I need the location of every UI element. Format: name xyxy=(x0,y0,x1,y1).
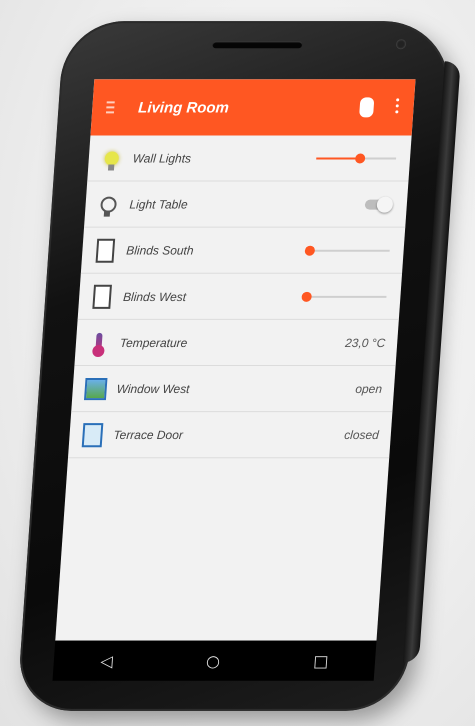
light-bulb-on-icon xyxy=(100,145,124,171)
row-window-west: Window West open xyxy=(71,366,396,413)
screen: Living Room Wall Lights Light Table Blin… xyxy=(55,79,416,641)
scene: Living Room Wall Lights Light Table Blin… xyxy=(0,0,475,726)
back-icon[interactable]: ◁ xyxy=(100,651,114,670)
app-bar: Living Room xyxy=(90,79,416,136)
overflow-menu-icon[interactable] xyxy=(395,98,400,114)
door-icon xyxy=(81,422,105,448)
row-label: Window West xyxy=(116,381,191,396)
row-light-table[interactable]: Light Table xyxy=(84,181,409,228)
blinds-west-slider[interactable] xyxy=(301,291,387,302)
toggle-thumb xyxy=(376,196,394,213)
window-open-icon xyxy=(84,376,108,402)
device-list: Wall Lights Light Table Blinds South Bli… xyxy=(67,135,412,459)
terrace-door-status: closed xyxy=(343,427,380,442)
window-blinds-icon xyxy=(94,237,118,263)
slider-knob[interactable] xyxy=(354,152,366,164)
slider-fill xyxy=(316,156,361,159)
window-west-status: open xyxy=(354,381,383,396)
slider-knob[interactable] xyxy=(304,245,316,256)
row-wall-lights[interactable]: Wall Lights xyxy=(87,135,412,182)
row-blinds-west[interactable]: Blinds West xyxy=(77,273,403,320)
row-label: Terrace Door xyxy=(113,427,184,442)
row-label: Temperature xyxy=(119,335,188,350)
app-title: Living Room xyxy=(137,98,230,116)
row-label: Blinds West xyxy=(122,289,187,304)
row-temperature: Temperature 23,0 °C xyxy=(74,319,399,366)
wall-lights-slider[interactable] xyxy=(316,152,397,164)
light-table-toggle[interactable] xyxy=(364,196,394,213)
blinds-south-slider[interactable] xyxy=(304,245,390,256)
temperature-value: 23,0 °C xyxy=(344,335,386,350)
thermometer-icon xyxy=(87,329,111,355)
phone: Living Room Wall Lights Light Table Blin… xyxy=(16,21,461,711)
microphone-icon[interactable] xyxy=(359,97,375,118)
menu-icon[interactable] xyxy=(105,101,129,114)
recents-icon[interactable]: □ xyxy=(313,651,329,670)
navigation-bar: ◁ ○ □ xyxy=(52,640,377,681)
home-icon[interactable]: ○ xyxy=(205,651,220,670)
row-label: Blinds South xyxy=(125,243,195,258)
row-label: Light Table xyxy=(129,197,189,212)
front-camera xyxy=(395,39,407,50)
row-label: Wall Lights xyxy=(132,150,192,166)
speaker-grille xyxy=(212,41,303,49)
phone-edge xyxy=(402,61,461,663)
slider-knob[interactable] xyxy=(301,291,313,302)
row-blinds-south[interactable]: Blinds South xyxy=(80,227,406,274)
row-terrace-door: Terrace Door closed xyxy=(67,412,393,459)
light-bulb-off-icon xyxy=(97,191,121,217)
window-blinds-icon xyxy=(90,283,114,309)
